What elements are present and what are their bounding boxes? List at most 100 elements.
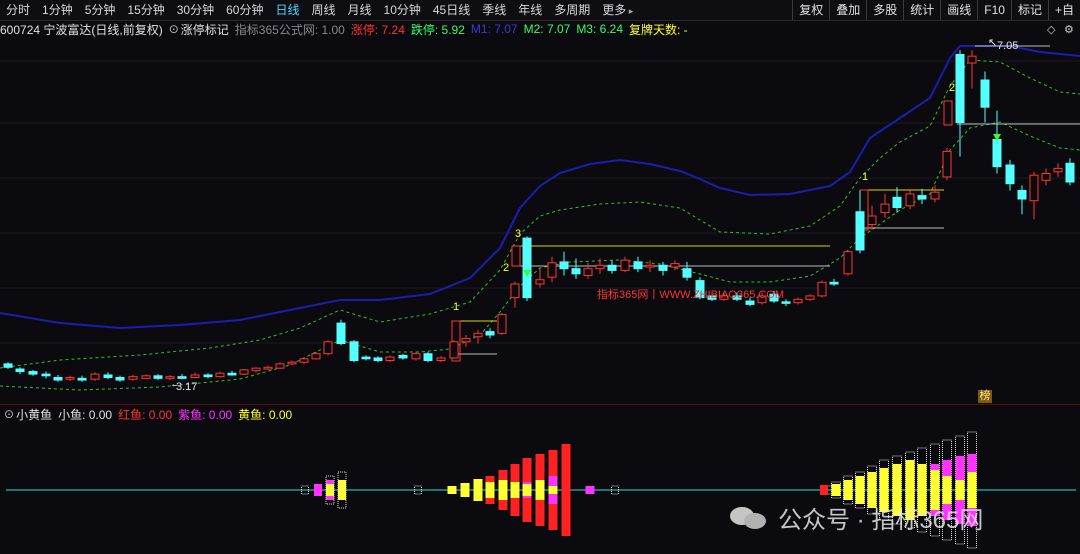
candle-up [620, 259, 630, 271]
candle-up [65, 377, 75, 380]
period-tab[interactable]: 60分钟 [220, 0, 269, 20]
yellow-bar [535, 480, 545, 500]
candle-up [1041, 173, 1051, 181]
signal-number: 2 [949, 82, 955, 94]
candle-down [633, 261, 643, 270]
m3-value: M3: 6.24 [576, 22, 624, 36]
candle-down [227, 372, 237, 376]
candle-up [497, 314, 507, 334]
toolbar-button[interactable]: 标记 [1010, 0, 1048, 20]
candle-down [28, 371, 38, 375]
yellow-bar [485, 482, 495, 498]
toolbar-button[interactable]: 统计 [903, 0, 940, 20]
yellow-bar [955, 480, 965, 500]
candle-up [299, 358, 309, 363]
magenta-bar [585, 486, 595, 494]
candle-down [153, 375, 163, 379]
toolbar-button[interactable]: 复权 [792, 0, 829, 20]
period-tab[interactable]: 5分钟 [79, 0, 122, 20]
settings-icon[interactable]: ⚙ [1064, 23, 1074, 36]
dt-value: 跌停: 5.92 [410, 22, 465, 37]
candle-up [215, 372, 225, 378]
main-kline-chart: 12312←↖ 7.05 3.17 指标365网丨WWW.ZHIBIAO365.… [0, 38, 1080, 393]
candle-down [53, 377, 63, 381]
candle-up [867, 215, 877, 225]
candle-down [607, 264, 617, 271]
candle-up [90, 373, 100, 380]
candle-down [115, 377, 125, 381]
candle-down [398, 354, 408, 359]
diamond-icon[interactable]: ◇ [1047, 23, 1055, 36]
period-tab[interactable]: 多周期 [548, 0, 596, 20]
formula-label: 指标365公式网: 1.00 [234, 22, 345, 37]
site-label: 指标365网丨WWW.ZHIBIAO365.COM [597, 287, 784, 301]
candle-up [595, 264, 605, 270]
sub-toggle-icon[interactable]: ⊙ [4, 407, 14, 421]
candle-up [239, 369, 249, 375]
candle-down [3, 363, 13, 368]
candle-up [251, 367, 261, 372]
m2-value: M2: 7.07 [523, 22, 571, 36]
indicator-name[interactable]: 涨停标记 [181, 21, 229, 38]
candle-down [15, 368, 25, 373]
toolbar-button[interactable]: 叠加 [829, 0, 866, 20]
candle-up [547, 262, 557, 278]
signal-number: 3 [515, 228, 521, 240]
candle-up [323, 341, 333, 355]
period-tab[interactable]: 45日线 [427, 0, 476, 20]
huangyu-value: 黄鱼: 0.00 [238, 407, 293, 422]
candle-down [485, 331, 495, 336]
period-tab[interactable]: 15分钟 [121, 0, 170, 20]
candle-down [1017, 190, 1027, 200]
m1-value: M1: 7.07 [470, 22, 518, 36]
yellow-bar [447, 486, 457, 494]
bang-badge[interactable]: 榜 [978, 390, 992, 403]
wechat-icon [730, 503, 768, 533]
candle-up [190, 374, 200, 379]
sub-indicator-name[interactable]: 小黄鱼 [16, 406, 52, 423]
yellow-bar [831, 484, 841, 496]
candle-down [571, 268, 581, 275]
xiaoyu-value: 小鱼: 0.00 [58, 407, 113, 422]
period-tab[interactable]: 日线 [269, 0, 305, 20]
high-price-label: 7.05 [997, 40, 1018, 52]
limit-box [943, 100, 953, 126]
period-tab[interactable]: 月线 [342, 0, 378, 20]
period-tab[interactable]: 年线 [512, 0, 548, 20]
toolbar-button[interactable]: 多股 [866, 0, 903, 20]
candle-down [336, 322, 346, 345]
candle-up [411, 353, 421, 360]
candle-up [535, 279, 545, 285]
candle-up [805, 295, 815, 300]
limit-box [511, 245, 521, 267]
candle-down [77, 377, 87, 381]
candle-down [522, 237, 532, 299]
candle-up [670, 263, 680, 268]
candle-up [461, 337, 471, 343]
period-tab[interactable]: 季线 [476, 0, 512, 20]
toolbar-button[interactable]: +自 [1047, 0, 1080, 20]
period-tab[interactable]: 更多 [596, 0, 639, 20]
candle-up [1053, 167, 1063, 173]
indicator-toggle-icon[interactable]: ⊙ [169, 22, 179, 36]
magenta-bar [314, 484, 322, 496]
period-tab[interactable]: 1分钟 [36, 0, 79, 20]
yellow-bar [338, 480, 346, 500]
period-tab[interactable]: 周线 [305, 0, 341, 20]
candle-up [583, 268, 593, 276]
yellow-bar [473, 479, 483, 501]
toolbar-button[interactable]: F10 [977, 0, 1011, 20]
candle-up [942, 150, 952, 178]
zt-value: 涨停: 7.24 [350, 22, 405, 37]
candle-up [930, 191, 940, 200]
period-tab[interactable]: 10分钟 [378, 0, 427, 20]
candle-up [385, 356, 395, 362]
candle-up [880, 203, 890, 214]
hongyu-value: 红鱼: 0.00 [118, 407, 173, 422]
period-tab[interactable]: 分时 [0, 0, 36, 20]
signal-number: 2 [503, 262, 509, 274]
period-tab[interactable]: 30分钟 [171, 0, 220, 20]
candle-down [892, 196, 902, 209]
toolbar-button[interactable]: 画线 [940, 0, 977, 20]
candle-down [829, 281, 839, 285]
